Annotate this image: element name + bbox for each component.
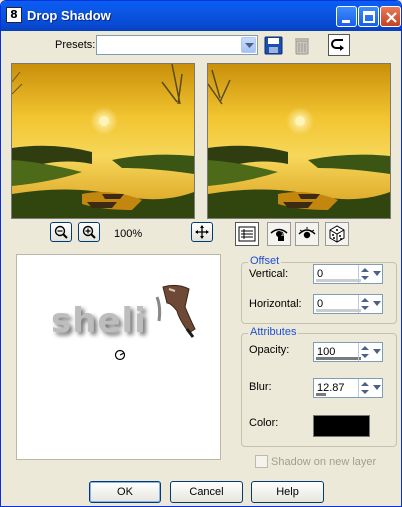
horizontal-spinner[interactable]: 0	[313, 294, 383, 314]
original-preview[interactable]	[11, 63, 195, 219]
minimize-icon	[342, 20, 350, 23]
save-preset-button[interactable]	[263, 35, 285, 57]
cancel-button[interactable]: Cancel	[170, 481, 243, 503]
result-preview[interactable]	[207, 63, 391, 219]
vertical-slider-bar[interactable]	[316, 279, 361, 282]
preview-toggle-button[interactable]	[295, 222, 319, 246]
opacity-label: Opacity:	[249, 344, 290, 356]
trash-icon	[295, 38, 309, 55]
title-bar[interactable]: 8 Drop Shadow	[1, 1, 401, 31]
spin-arrows-icon	[361, 382, 381, 394]
vertical-label: Vertical:	[249, 268, 289, 280]
offset-group-title: Offset	[248, 255, 282, 267]
landscape-preview-before	[11, 63, 194, 218]
blur-spinner[interactable]: 12.87	[313, 378, 383, 398]
close-icon	[386, 12, 397, 23]
vertical-spinner[interactable]: 0	[313, 264, 383, 284]
zoom-in-icon	[82, 225, 96, 239]
blur-spin-buttons[interactable]	[358, 379, 382, 397]
logo-text: sheli	[51, 301, 147, 341]
shadow-color-swatch[interactable]	[313, 415, 370, 437]
eye-icon	[298, 227, 316, 239]
shoe-graphic	[155, 284, 196, 338]
close-button[interactable]	[380, 6, 401, 27]
maximize-button[interactable]	[358, 6, 379, 27]
shadow-on-new-layer-label: Shadow on new layer	[271, 456, 377, 468]
chevron-down-icon	[245, 43, 254, 48]
opacity-spinner[interactable]: 100	[313, 342, 383, 362]
window-title: Drop Shadow	[27, 8, 111, 23]
presets-label: Presets:	[55, 39, 96, 51]
center-target-icon[interactable]	[113, 348, 127, 362]
reset-button[interactable]	[328, 34, 350, 56]
landscape-preview-after	[207, 64, 390, 218]
randomize-button[interactable]	[325, 222, 349, 246]
move-icon	[195, 225, 209, 239]
presets-dropdown[interactable]	[96, 35, 258, 55]
shadow-on-new-layer-checkbox[interactable]	[255, 455, 268, 468]
auto-proof-button[interactable]	[267, 222, 291, 246]
list-view-icon	[238, 226, 256, 242]
proof-button[interactable]	[235, 222, 259, 246]
horizontal-spin-buttons[interactable]	[358, 295, 382, 313]
spin-arrows-icon	[361, 268, 381, 280]
app-icon: 8	[6, 7, 22, 23]
zoom-in-button[interactable]	[78, 222, 100, 242]
blur-slider-bar[interactable]	[316, 393, 326, 396]
attributes-group-title: Attributes	[248, 326, 299, 338]
horizontal-label: Horizontal:	[249, 298, 302, 310]
help-button[interactable]: Help	[251, 481, 324, 503]
delete-preset-button[interactable]	[292, 35, 314, 57]
spin-arrows-icon	[361, 346, 381, 358]
shadow-preview-canvas[interactable]: sheli	[16, 254, 221, 460]
minimize-button[interactable]	[336, 6, 357, 27]
opacity-spin-buttons[interactable]	[358, 343, 382, 361]
spin-arrows-icon	[361, 298, 381, 310]
zoom-level: 100%	[114, 228, 143, 240]
drop-shadow-dialog: 8 Drop Shadow Presets: 100% sheli Offset…	[0, 0, 402, 507]
zoom-out-button[interactable]	[50, 222, 72, 242]
presets-dropdown-arrow[interactable]	[241, 37, 256, 53]
horizontal-slider-bar[interactable]	[316, 309, 361, 312]
ok-button[interactable]: OK	[89, 481, 161, 503]
reset-arrow-icon	[331, 39, 344, 51]
opacity-slider-bar[interactable]	[316, 357, 361, 360]
blur-label: Blur:	[249, 381, 272, 393]
eye-lock-icon	[270, 228, 288, 241]
maximize-icon	[363, 11, 375, 23]
zoom-out-icon	[54, 225, 68, 239]
dice-icon	[329, 225, 345, 243]
vertical-spin-buttons[interactable]	[358, 265, 382, 283]
pan-button[interactable]	[191, 222, 213, 242]
color-label: Color:	[249, 417, 279, 429]
save-icon	[264, 36, 283, 55]
